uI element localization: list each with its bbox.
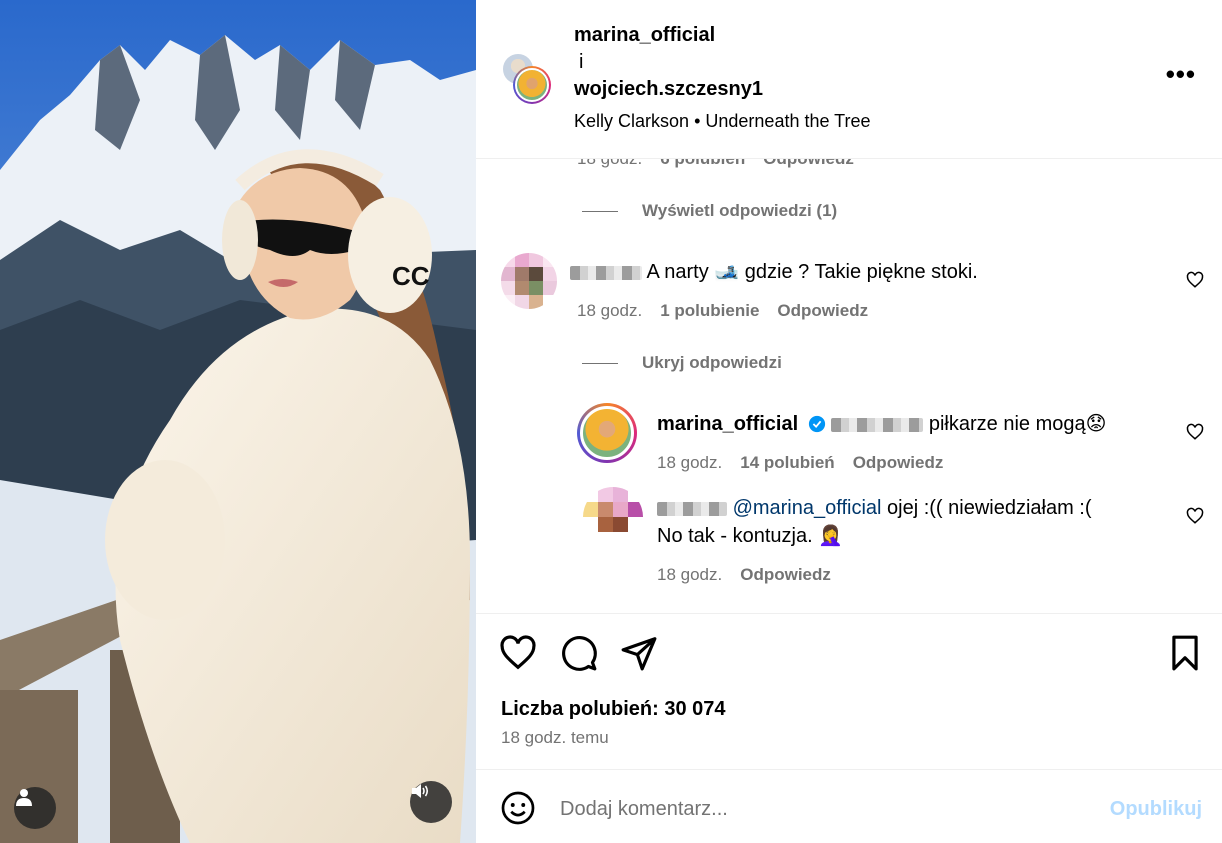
comment-likes[interactable]: 6 polubień <box>660 159 745 169</box>
like-heart-icon[interactable] <box>499 634 537 672</box>
header-username-2[interactable]: wojciech.szczesny1 <box>574 78 763 101</box>
emoji-smiley-icon[interactable] <box>500 790 536 826</box>
comment-bubble-icon[interactable] <box>560 634 598 672</box>
music-title[interactable]: Underneath the Tree <box>705 111 870 131</box>
add-comment-bar: Opublikuj <box>476 769 1222 843</box>
post-time-ago[interactable]: 18 godz. temu <box>501 728 609 748</box>
hide-replies-label: Ukryj odpowiedzi <box>642 353 782 372</box>
header-username-1[interactable]: marina_official <box>574 24 715 47</box>
post-actions: Liczba polubień: 30 074 18 godz. temu <box>476 613 1222 769</box>
mention-link[interactable]: @marina_official <box>733 497 882 519</box>
publish-button[interactable]: Opublikuj <box>1110 798 1202 821</box>
reply-text-line1: ojej :(( niewiedziałam :( <box>887 497 1092 519</box>
comment-meta: 18 godz. 1 polubienie Odpowiedz <box>577 301 868 321</box>
more-horizontal-icon: ••• <box>1165 59 1196 89</box>
post-header: marina_official i wojciech.szczesny1 Kel… <box>476 0 1222 159</box>
divider-line <box>582 210 618 212</box>
comment-text-part: gdzie ? Takie piękne stoki. <box>744 261 978 283</box>
comment-time: 18 godz. <box>577 301 643 320</box>
comment-text-part: A narty <box>646 261 709 283</box>
photo-illustration: CC <box>0 0 476 843</box>
reply-text: marina_official piłkarze nie mogą😟 <box>657 410 1106 438</box>
likes-count[interactable]: Liczba polubień: 30 074 <box>501 698 726 721</box>
blurred-username[interactable] <box>570 265 642 280</box>
header-and: i <box>579 51 584 73</box>
reply-button[interactable]: Odpowiedz <box>777 301 868 321</box>
view-replies-button[interactable]: Wyświetl odpowiedzi (1) <box>582 201 837 221</box>
like-reply-heart-icon[interactable] <box>1186 507 1204 525</box>
svg-text:CC: CC <box>392 261 430 291</box>
like-reply-heart-icon[interactable] <box>1186 423 1204 441</box>
commenter-avatar[interactable] <box>501 253 557 309</box>
reply-meta: 18 godz. 14 polubień Odpowiedz <box>657 453 943 473</box>
post-photo[interactable]: CC <box>0 0 476 843</box>
music-separator: • <box>694 111 701 131</box>
reply-avatar[interactable] <box>583 487 643 547</box>
reply-button[interactable]: Odpowiedz <box>853 453 944 473</box>
reply-time: 18 godz. <box>657 453 723 472</box>
view-replies-label: Wyświetl odpowiedzi (1) <box>642 201 838 220</box>
hide-replies-button[interactable]: Ukryj odpowiedzi <box>582 353 782 373</box>
music-artist[interactable]: Kelly Clarkson <box>574 111 689 131</box>
comment-likes[interactable]: 1 polubienie <box>660 301 759 321</box>
facepalm-emoji: 🤦‍♀️ <box>818 525 844 547</box>
music-info[interactable]: Kelly Clarkson • Underneath the Tree <box>574 111 871 132</box>
collab-avatars[interactable] <box>501 52 553 104</box>
reply-button[interactable]: Odpowiedz <box>740 565 831 585</box>
reply-meta: 18 godz. Odpowiedz <box>657 565 831 585</box>
share-send-icon[interactable] <box>620 634 658 672</box>
like-comment-heart-icon[interactable] <box>1186 271 1204 289</box>
reply-text-part: piłkarze nie mogą <box>928 413 1086 435</box>
bookmark-save-icon[interactable] <box>1166 634 1204 672</box>
worried-emoji: 😟 <box>1085 413 1107 435</box>
user-tag-button[interactable] <box>14 787 56 829</box>
reply-username[interactable]: marina_official <box>657 413 798 435</box>
reply-text-line2: No tak - kontuzja. <box>657 525 813 547</box>
comments-list[interactable]: 18 godz. 6 polubień Odpowiedz Wyświetl o… <box>476 159 1222 613</box>
more-options-button[interactable]: ••• <box>1166 61 1196 87</box>
comment-time: 18 godz. <box>577 159 642 169</box>
verified-badge-icon <box>808 415 825 433</box>
reply-avatar-marina[interactable] <box>577 403 637 463</box>
post-side-panel: marina_official i wojciech.szczesny1 Kel… <box>476 0 1222 843</box>
ski-emoji: 🎿 <box>714 261 740 283</box>
comment-input[interactable] <box>560 792 1080 826</box>
speaker-icon <box>412 784 429 798</box>
reply-text: @marina_official ojej :(( niewiedziałam … <box>657 494 1092 550</box>
reply-time: 18 godz. <box>657 565 723 584</box>
divider-line <box>582 362 618 364</box>
reply-button[interactable]: Odpowiedz <box>763 159 854 169</box>
comment-meta-faded: 18 godz. 6 polubień Odpowiedz <box>577 159 854 169</box>
person-icon <box>16 789 32 806</box>
avatar-user1[interactable] <box>513 66 551 104</box>
sound-toggle-button[interactable] <box>410 781 452 823</box>
comment-text: A narty 🎿 gdzie ? Takie piękne stoki. <box>570 258 978 286</box>
blurred-username[interactable] <box>657 501 727 516</box>
blurred-mention[interactable] <box>831 417 924 432</box>
post-dialog: CC marina_official i wojciech.szczesny1 <box>0 0 1222 843</box>
reply-likes[interactable]: 14 polubień <box>740 453 834 473</box>
